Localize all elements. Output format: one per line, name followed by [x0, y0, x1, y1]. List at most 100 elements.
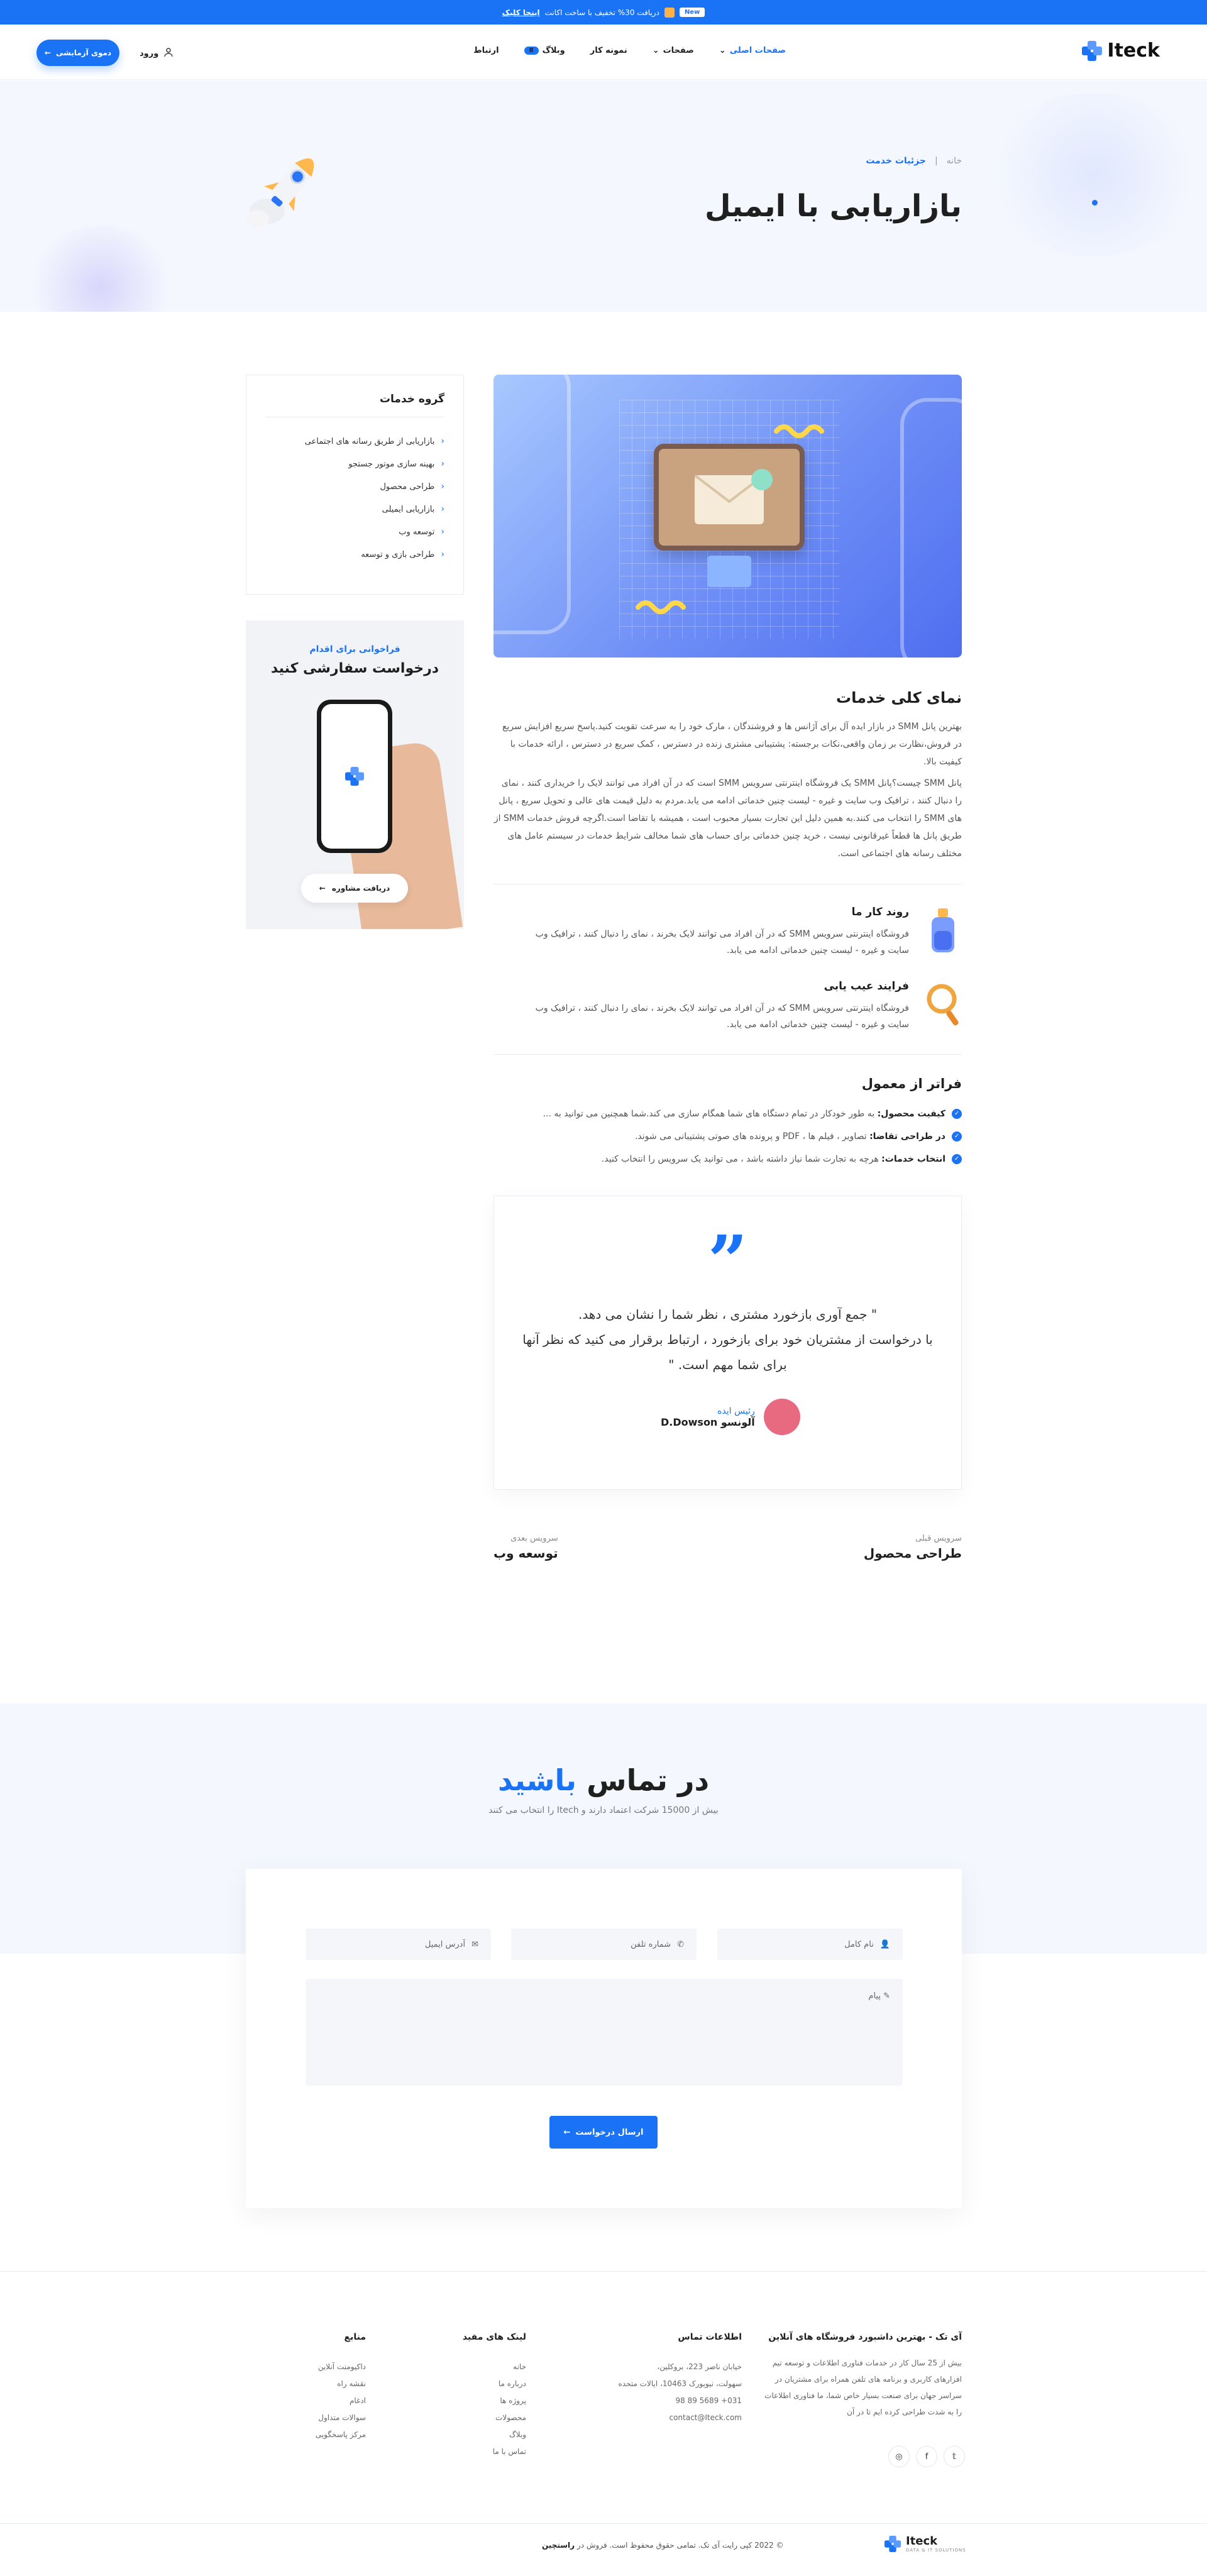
footer-link[interactable]: سوالات متداول: [272, 2409, 366, 2426]
footer-links-title: لینک های مفید: [462, 2332, 526, 2342]
phone-placeholder: شماره تلفن: [631, 1939, 671, 1949]
cta-title: درخواست سفارشی کنید: [270, 661, 439, 676]
footer-link[interactable]: نقشه راه: [272, 2375, 366, 2392]
logo-mark-icon: [885, 2535, 901, 2552]
service-content: نمای کلی خدمات بهترین پانل SMM در بازار …: [493, 375, 962, 1561]
footer-link[interactable]: ادغام: [272, 2392, 366, 2409]
footer-resources: منابع داکیومنت آنلاین نقشه راه ادغام سوا…: [272, 2332, 366, 2443]
breadcrumb-home[interactable]: خانه: [947, 156, 962, 166]
contact-title: در تماس باشید: [497, 1763, 710, 1797]
menu-item-contact[interactable]: ارتباط: [473, 46, 499, 55]
mail-icon: ✉: [471, 1939, 478, 1949]
service-link[interactable]: ‹ طراحی محصول: [265, 475, 444, 498]
footer-link[interactable]: تماس با ما: [432, 2443, 526, 2460]
footer-logo-tagline: DATA & IT SOLUTIONS: [906, 2548, 966, 2553]
footer-contact-title: اطلاعات تماس: [678, 2332, 742, 2342]
main-nav: Iteck صفحات اصلی ⌄ صفحات ⌄ نمونه کار وبلاگ…: [0, 25, 1207, 80]
service-link-label: بازاریابی از طریق رسانه های اجتماعی: [304, 436, 435, 446]
footer-email[interactable]: contact@Iteck.com: [591, 2409, 742, 2426]
footer-link[interactable]: محصولات: [432, 2409, 526, 2426]
service-group-title: گروه خدمات: [265, 393, 444, 417]
footer-link[interactable]: پروژه ها: [432, 2392, 526, 2409]
footer-logo[interactable]: Iteck DATA & IT SOLUTIONS: [885, 2535, 966, 2553]
process-item: فرایند عیب یابی فروشگاه اینترنتی سرویس S…: [493, 980, 962, 1033]
footer-about-title: آی تک - بهترین داشبورد فروشگاه های آنلای…: [768, 2332, 962, 2342]
new-badge: New: [679, 8, 705, 17]
submit-button-label: ارسال درخواست: [575, 2127, 644, 2137]
service-link[interactable]: ‹ بازاریابی از طریق رسانه های اجتماعی: [265, 430, 444, 453]
feature-item: ✓ کیفیت محصول: به طور خودکار در تمام دستگ…: [493, 1103, 962, 1125]
submit-button[interactable]: ارسال درخواست ←: [549, 2116, 658, 2149]
footer-link[interactable]: مرکز پاسخگویی: [272, 2426, 366, 2443]
author-name: آلونسو D.Dowson: [661, 1416, 755, 1428]
chevron-left-icon: ‹: [441, 504, 444, 514]
footer-address: سهولت، نیویورک 10463، ایالات متحده: [618, 2379, 742, 2388]
pencil-icon: ✎: [883, 1991, 890, 2001]
menu-item-pages[interactable]: صفحات ⌄: [653, 46, 694, 55]
instagram-icon[interactable]: ◎: [888, 2446, 910, 2467]
magnifier-icon: [927, 984, 959, 1026]
footer-link[interactable]: درباره ما: [432, 2375, 526, 2392]
login-link[interactable]: ورود: [140, 47, 174, 60]
social-links: ◎ f 𝕥: [888, 2446, 965, 2467]
logo-mark-icon: [1082, 40, 1103, 61]
overview-paragraph: بهترین پانل SMM در بازار ایده آل برای آژ…: [502, 722, 962, 767]
consultation-button[interactable]: دریافت مشاوره ←: [301, 874, 408, 903]
phone-field[interactable]: ✆ شماره تلفن: [511, 1929, 697, 1960]
facebook-icon[interactable]: f: [916, 2446, 937, 2467]
chevron-left-icon: ‹: [441, 482, 444, 492]
service-link-label: بهینه سازی موتور جستجو: [348, 459, 435, 469]
prev-service-title: طراحی محصول: [863, 1546, 962, 1561]
check-icon: ✓: [952, 1154, 962, 1164]
copyright-link[interactable]: راستچین: [542, 2541, 575, 2550]
feature-item: ✓ در طراحی تقاضا: تصاویر ، فیلم ها ، PDF …: [493, 1125, 962, 1148]
prev-service-label: سرویس قبلی: [915, 1534, 962, 1543]
email-marketing-illustration: [493, 375, 962, 658]
service-pagination: سرویس قبلی طراحی محصول سرویس بعدی توسعه …: [493, 1534, 962, 1561]
quote-icon: ”: [707, 1220, 748, 1301]
chevron-left-icon: ‹: [441, 549, 444, 559]
service-link[interactable]: ‹ بهینه سازی موتور جستجو: [265, 453, 444, 475]
cta-kicker: فراخوانی برای اقدام: [309, 644, 400, 654]
logo-mark-icon: [345, 767, 364, 786]
chevron-left-icon: ‹: [441, 436, 444, 446]
phone-icon: ✆: [677, 1939, 684, 1949]
footer-phone[interactable]: 031+ 5689 89 98: [591, 2392, 742, 2409]
footer-about: آی تک - بهترین داشبورد فروشگاه های آنلای…: [761, 2332, 962, 2420]
footer-address: خیابان ناصر 223، بروکلین،: [657, 2362, 742, 2371]
next-service-title: توسعه وب: [493, 1546, 558, 1561]
testimonial-author: رئیس ایده آلونسو D.Dowson: [661, 1399, 800, 1435]
fullname-field[interactable]: 👤 نام کامل: [717, 1929, 903, 1960]
divider: [493, 1054, 962, 1055]
phone-illustration: [317, 700, 392, 853]
overview-paragraph: پانل SMM چیست؟پانل SMM یک فروشگاه اینترن…: [493, 778, 962, 859]
site-logo[interactable]: Iteck: [1082, 40, 1160, 62]
footer-link[interactable]: داکیومنت آنلاین: [272, 2359, 366, 2375]
login-label: ورود: [140, 48, 159, 58]
footer-link[interactable]: وبلاگ: [432, 2426, 526, 2443]
demo-button[interactable]: دموی آزمایشی ←: [36, 40, 119, 66]
footer-link[interactable]: خانه: [432, 2359, 526, 2375]
footer-contact: اطلاعات تماس خیابان ناصر 223، بروکلین، س…: [591, 2332, 742, 2426]
menu-item-blog[interactable]: وبلاگ 8: [524, 46, 565, 55]
service-link[interactable]: ‹ بازاریابی ایمیلی: [265, 498, 444, 520]
menu-item-home[interactable]: صفحات اصلی ⌄: [719, 46, 786, 55]
twitter-icon[interactable]: 𝕥: [944, 2446, 965, 2467]
announcement-link[interactable]: اینجا کلیک: [502, 8, 540, 17]
demo-button-label: دموی آزمایشی: [55, 48, 112, 57]
menu-item-portfolio[interactable]: نمونه کار: [590, 46, 627, 55]
next-service-link[interactable]: سرویس بعدی توسعه وب: [493, 1534, 558, 1561]
page-hero: خانه | جزئیات خدمت بازاریابی با ایمیل: [0, 80, 1207, 312]
email-placeholder: آدرس ایمیل: [424, 1939, 466, 1949]
message-field[interactable]: ✎ پیام: [306, 1979, 903, 2086]
prev-service-link[interactable]: سرویس قبلی طراحی محصول: [864, 1534, 962, 1561]
process-title: فرایند عیب یابی: [824, 980, 909, 993]
service-link[interactable]: ‹ طراحی بازی و توسعه: [265, 543, 444, 566]
arrow-left-icon: ←: [319, 884, 326, 893]
rocket-illustration: [246, 158, 314, 228]
check-icon: ✓: [952, 1109, 962, 1119]
footer-links: لینک های مفید خانه درباره ما پروژه ها مح…: [432, 2332, 526, 2460]
email-field[interactable]: ✉ آدرس ایمیل: [306, 1929, 491, 1960]
service-link[interactable]: ‹ توسعه وب: [265, 520, 444, 543]
user-icon: 👤: [879, 1939, 890, 1949]
